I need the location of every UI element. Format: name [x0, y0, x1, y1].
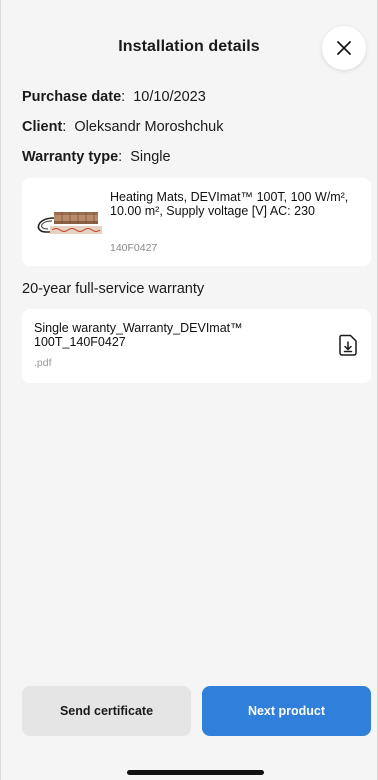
heating-mat-image: [37, 212, 102, 234]
page-title: Installation details: [118, 38, 260, 55]
warranty-type-row: Warranty type: Single: [22, 149, 171, 165]
next-product-button[interactable]: Next product: [202, 686, 371, 736]
document-name: Single waranty_Warranty_DEVImat™ 100T_14…: [34, 321, 243, 349]
purchase-date-label: Purchase date: [22, 89, 122, 105]
client-row: Client: Oleksandr Moroshchuk: [22, 119, 224, 135]
client-label: Client: [22, 119, 63, 135]
frame-border-left: [0, 0, 1, 780]
document-extension: .pdf: [34, 357, 52, 369]
header: Installation details: [0, 24, 378, 70]
product-code: 140F0427: [110, 242, 158, 254]
warranty-type-label: Warranty type: [22, 149, 119, 165]
purchase-date-row: Purchase date: 10/10/2023: [22, 89, 206, 105]
close-button[interactable]: [322, 26, 366, 70]
home-indicator: [127, 770, 264, 775]
purchase-date-value: 10/10/2023: [133, 89, 206, 105]
send-certificate-button[interactable]: Send certificate: [22, 686, 191, 736]
product-card: Heating Mats, DEVImat™ 100T, 100 W/m², 1…: [22, 178, 371, 266]
warranty-document-card[interactable]: Single waranty_Warranty_DEVImat™ 100T_14…: [22, 309, 371, 383]
warranty-heading: 20-year full-service warranty: [22, 281, 205, 297]
warranty-type-value: Single: [130, 149, 171, 165]
download-icon[interactable]: [337, 333, 359, 357]
close-icon: [337, 41, 351, 55]
product-name: Heating Mats, DEVImat™ 100T, 100 W/m², 1…: [110, 190, 349, 218]
client-value: Oleksandr Moroshchuk: [74, 119, 224, 135]
